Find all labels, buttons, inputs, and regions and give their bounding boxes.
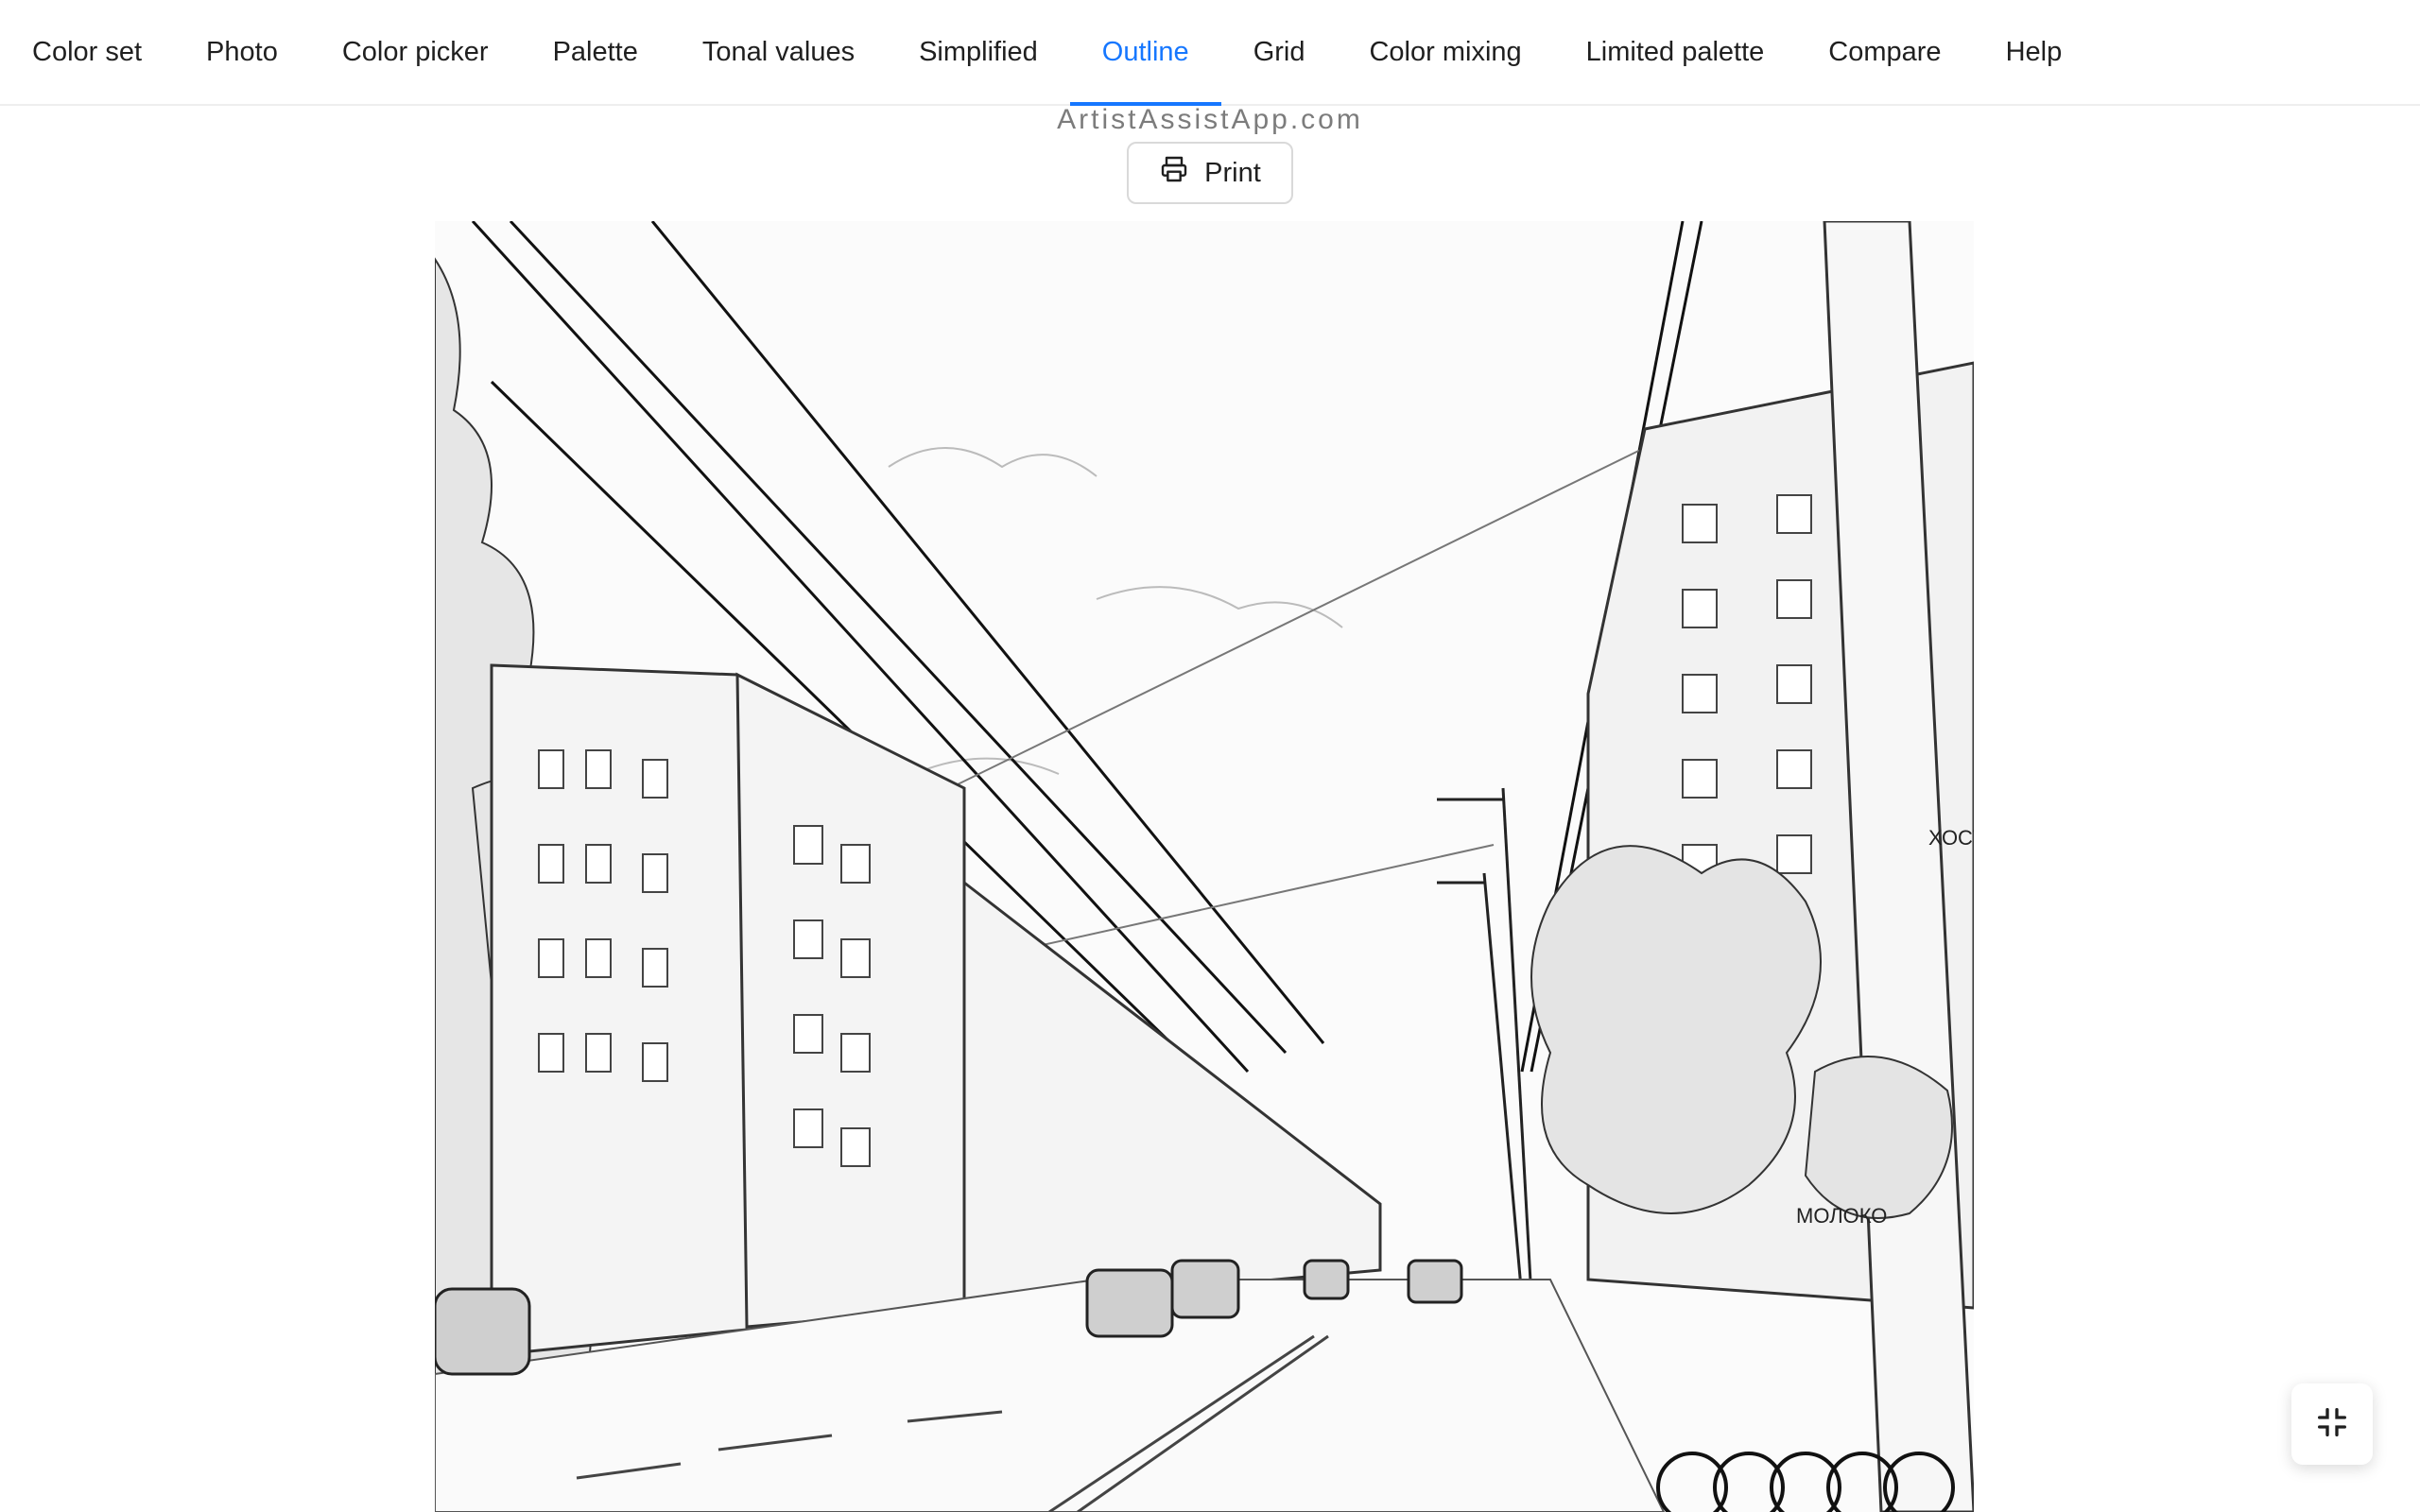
exit-fullscreen-icon xyxy=(2313,1403,2351,1446)
outline-image: ХОСТЕЛ МОЛОКО xyxy=(435,221,1974,1512)
tab-photo[interactable]: Photo xyxy=(174,0,310,104)
tab-tonal-values[interactable]: Tonal values xyxy=(670,0,887,104)
tab-help[interactable]: Help xyxy=(1974,0,2095,104)
print-button-label: Print xyxy=(1204,157,1261,188)
exit-fullscreen-button[interactable] xyxy=(2291,1383,2373,1465)
tab-list: Color set Photo Color picker Palette Ton… xyxy=(0,0,2094,106)
printer-icon xyxy=(1159,154,1189,192)
tab-outline[interactable]: Outline xyxy=(1069,0,1221,106)
print-button[interactable]: Print xyxy=(1127,142,1293,204)
tab-compare[interactable]: Compare xyxy=(1796,0,1973,104)
tab-color-picker[interactable]: Color picker xyxy=(310,0,521,104)
tab-palette[interactable]: Palette xyxy=(521,0,670,104)
tab-limited-palette[interactable]: Limited palette xyxy=(1554,0,1797,104)
tab-bar: Color set Photo Color picker Palette Ton… xyxy=(0,0,2420,106)
watermark-text: ArtistAssistApp.com xyxy=(1057,104,1363,135)
tab-grid[interactable]: Grid xyxy=(1221,0,1338,104)
tab-simplified[interactable]: Simplified xyxy=(887,0,1070,104)
sign-moloko-text: МОЛОКО xyxy=(1796,1204,1887,1228)
tab-color-mixing[interactable]: Color mixing xyxy=(1337,0,1553,104)
tab-color-set[interactable]: Color set xyxy=(0,0,174,104)
sign-hostel-text: ХОСТЕЛ xyxy=(1928,826,1974,850)
